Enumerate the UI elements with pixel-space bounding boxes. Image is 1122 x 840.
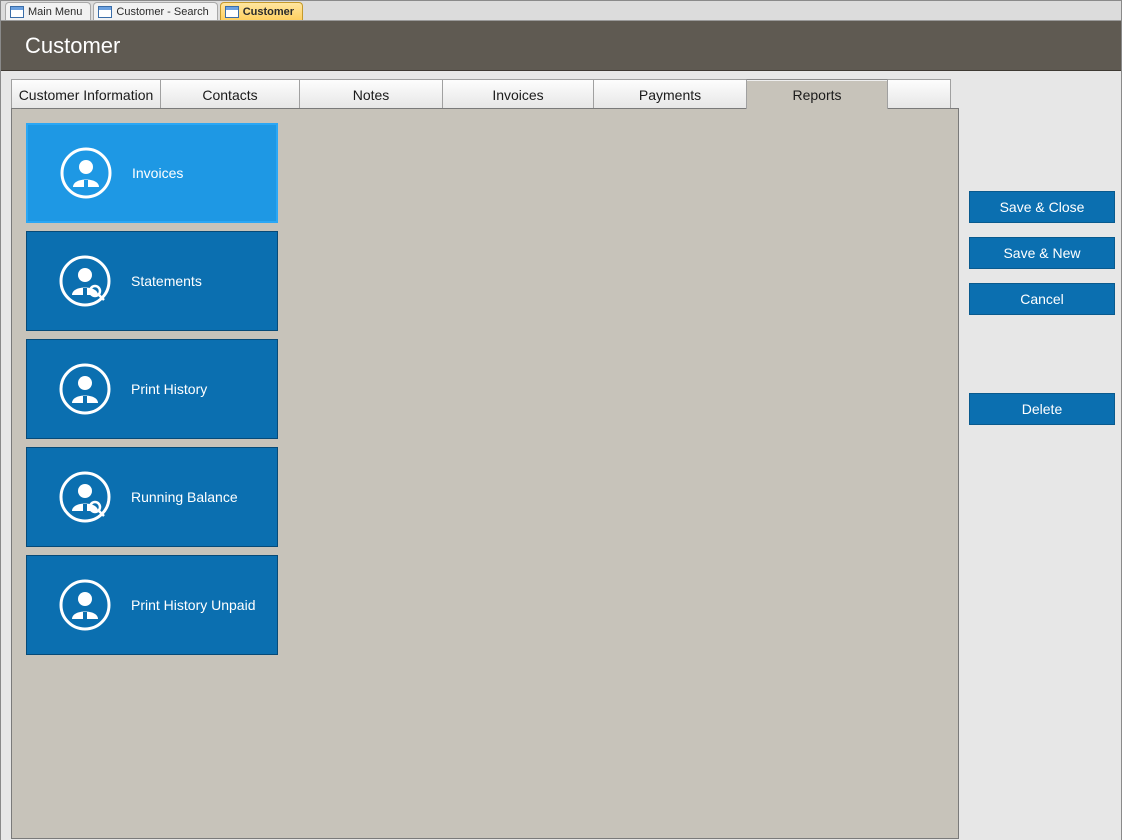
cancel-button[interactable]: Cancel: [969, 283, 1115, 315]
content-area: Customer Information Contacts Notes Invo…: [11, 79, 959, 839]
section-tab-strip: Customer Information Contacts Notes Invo…: [11, 79, 959, 109]
tab-customer-information[interactable]: Customer Information: [11, 79, 161, 109]
report-tile-label: Running Balance: [131, 489, 238, 505]
form-title: Customer: [25, 33, 120, 59]
action-button-column: Save & Close Save & New Cancel Delete: [969, 191, 1115, 425]
tab-contacts[interactable]: Contacts: [160, 79, 300, 109]
doc-tab-label: Main Menu: [28, 6, 82, 18]
report-tile-print-history[interactable]: Print History: [26, 339, 278, 439]
form-icon: [98, 6, 112, 18]
document-tab-strip: Main Menu Customer - Search Customer: [1, 1, 1121, 21]
doc-tab-main-menu[interactable]: Main Menu: [5, 2, 91, 20]
app-window: Main Menu Customer - Search Customer Cus…: [0, 0, 1122, 840]
doc-tab-label: Customer - Search: [116, 6, 208, 18]
person-icon: [57, 361, 113, 417]
save-new-button[interactable]: Save & New: [969, 237, 1115, 269]
person-search-icon: [57, 469, 113, 525]
person-search-icon: [57, 253, 113, 309]
doc-tab-customer-search[interactable]: Customer - Search: [93, 2, 217, 20]
tab-reports[interactable]: Reports: [746, 79, 888, 109]
report-tile-label: Invoices: [132, 165, 183, 181]
person-icon: [57, 577, 113, 633]
save-close-button[interactable]: Save & Close: [969, 191, 1115, 223]
tab-invoices[interactable]: Invoices: [442, 79, 594, 109]
report-tile-statements[interactable]: Statements: [26, 231, 278, 331]
delete-button[interactable]: Delete: [969, 393, 1115, 425]
report-tile-invoices[interactable]: Invoices: [26, 123, 278, 223]
person-icon: [58, 145, 114, 201]
form-icon: [225, 6, 239, 18]
report-tile-label: Print History Unpaid: [131, 597, 256, 613]
form-body: Customer Information Contacts Notes Invo…: [1, 71, 1121, 840]
tab-blank[interactable]: [887, 79, 951, 109]
reports-pane: Invoices Statements: [11, 108, 959, 839]
report-tile-label: Statements: [131, 273, 202, 289]
tab-notes[interactable]: Notes: [299, 79, 443, 109]
doc-tab-customer[interactable]: Customer: [220, 2, 303, 20]
report-tile-label: Print History: [131, 381, 207, 397]
doc-tab-label: Customer: [243, 6, 294, 18]
form-header: Customer: [1, 21, 1121, 71]
tab-payments[interactable]: Payments: [593, 79, 747, 109]
report-tile-print-history-unpaid[interactable]: Print History Unpaid: [26, 555, 278, 655]
form-icon: [10, 6, 24, 18]
report-tile-running-balance[interactable]: Running Balance: [26, 447, 278, 547]
